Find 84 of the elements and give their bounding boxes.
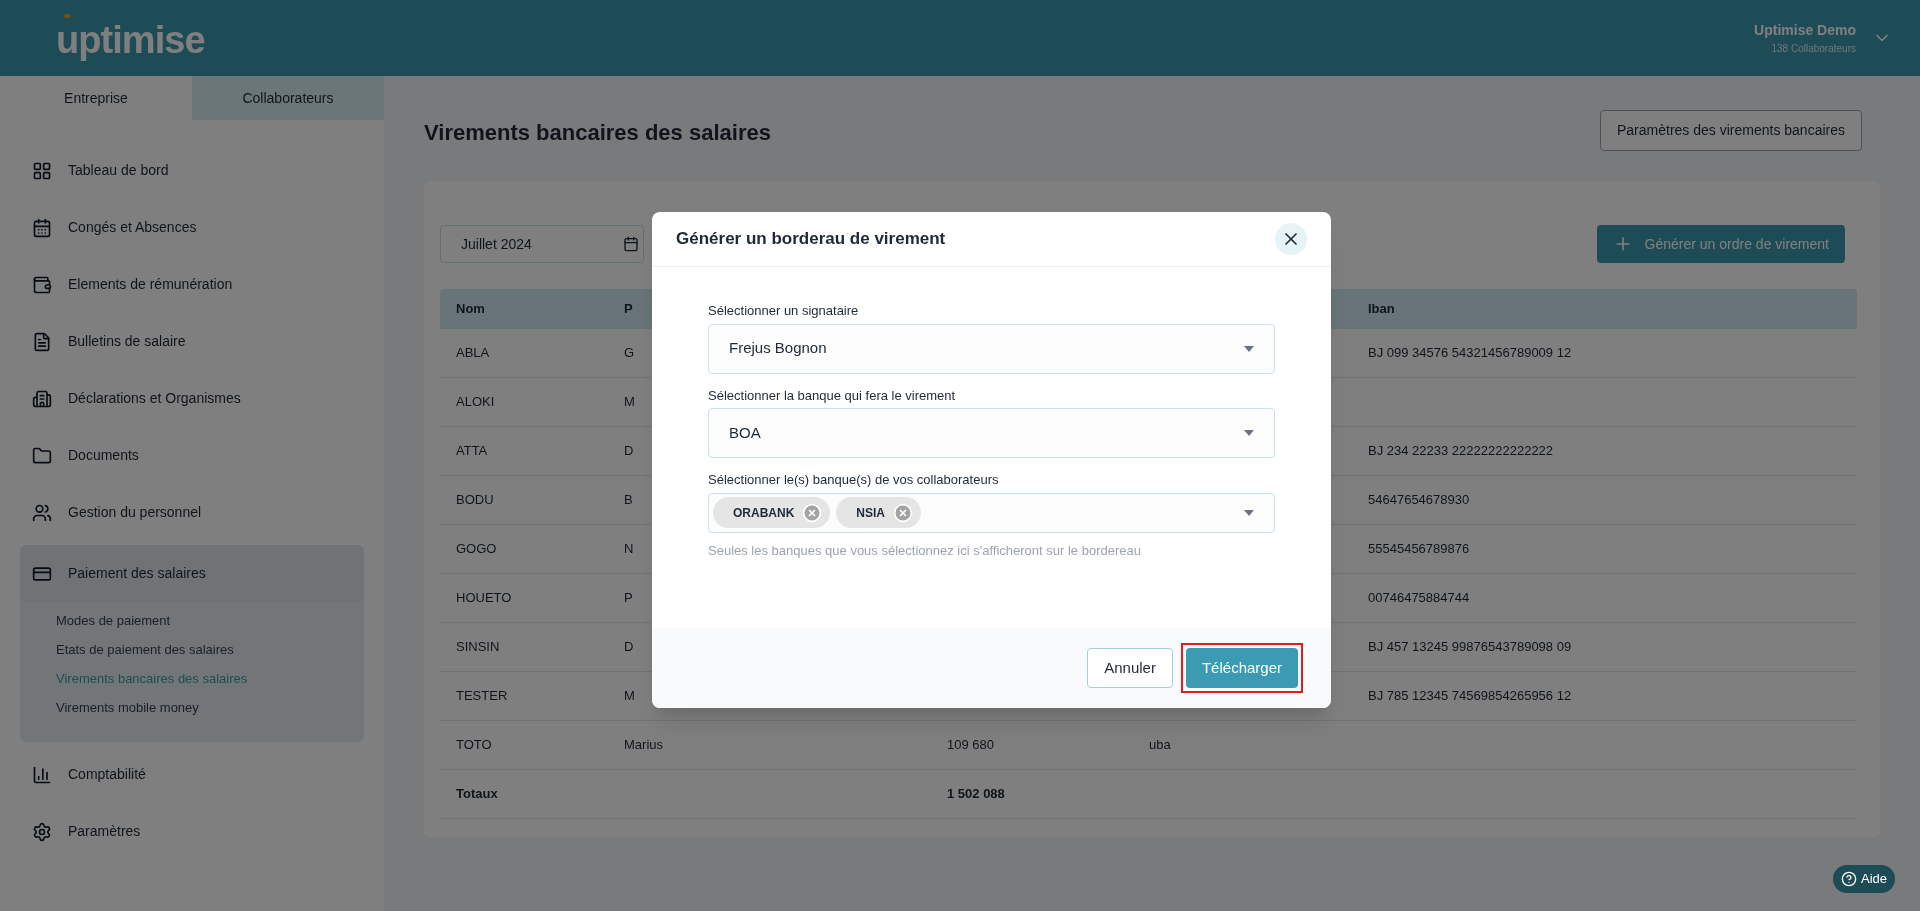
column-header: P [624, 301, 633, 317]
table-cell-text: TESTER [455, 687, 508, 706]
table-cell: B [624, 492, 633, 508]
table-cell-text: SINSIN [455, 638, 500, 657]
table-cell-text: ATTA [455, 442, 488, 461]
settings-button[interactable]: Paramètres des virements bancaires [1600, 110, 1862, 151]
sidebar-item[interactable]: Paiement des salaires [20, 545, 364, 602]
remove-icon[interactable] [893, 502, 913, 523]
calendar-icon [623, 236, 639, 252]
sidebar-subitem[interactable]: Virements mobile money [56, 693, 199, 722]
sidebar-item[interactable]: Documents [20, 427, 364, 484]
table-cell: BJ 234 22233 22222222222222 [1368, 443, 1554, 459]
table-cell: 54647654678930 [1368, 492, 1470, 508]
table-cell: 00746475884744 [1368, 590, 1470, 606]
sidebar-item[interactable]: Bulletins de salaire [20, 313, 364, 370]
totals-label: Totaux [455, 785, 498, 804]
table-cell: M [624, 394, 635, 410]
download-button[interactable]: Télécharger [1185, 648, 1298, 688]
table-cell-text: TOTO [455, 736, 492, 755]
bank-chip[interactable]: NSIA [836, 497, 921, 528]
table-cell: BJ 099 34576 54321456789009 12 [1368, 345, 1572, 361]
calendar-icon [32, 217, 52, 238]
sidebar-item[interactable]: Paramètres [20, 803, 364, 860]
table-cell: D [624, 443, 634, 459]
select-field[interactable]: Frejus Bognon [708, 323, 1275, 374]
generate-button[interactable]: Générer un ordre de virement [1596, 225, 1845, 263]
multiselect-field[interactable]: ORABANK NSIA [708, 492, 1275, 533]
select-field[interactable]: BOA [708, 408, 1275, 458]
totals-value: 1 502 088 [947, 785, 1006, 804]
bar-chart-icon [32, 764, 52, 785]
logo: uptimise [56, 18, 205, 62]
sidebar-subitem[interactable]: Modes de paiement [56, 606, 171, 635]
people-icon [32, 502, 52, 523]
close-button[interactable] [1275, 223, 1307, 255]
table-cell: BJ 457 13245 99876543789098 09 [1368, 639, 1572, 655]
help-button[interactable]: Aide [1832, 865, 1895, 893]
table-cell: N [624, 541, 634, 557]
table-cell-text: HOUETO [455, 589, 512, 608]
table-cell: 55545456789876 [1368, 541, 1470, 557]
table-cell: Marius [624, 737, 663, 753]
caret-icon [1244, 345, 1254, 352]
sidebar-item[interactable]: Gestion du personnel [20, 484, 364, 541]
building-icon [32, 388, 52, 409]
logo-accent-icon [64, 14, 71, 18]
sidebar-item[interactable]: Déclarations et Organismes [20, 370, 364, 427]
document-icon [32, 331, 52, 352]
settings-icon [32, 821, 52, 842]
remove-icon[interactable] [802, 502, 823, 523]
table-cell: G [624, 345, 635, 361]
table-cell: BJ 785 12345 74569854265956 12 [1368, 688, 1572, 704]
grid-icon [32, 160, 52, 181]
modal-title: Générer un borderau de virement [676, 228, 946, 251]
period-field[interactable]: Juillet 2024 [440, 225, 644, 263]
table-cell-text: BODU [455, 491, 494, 510]
sidebar-item[interactable]: Tableau de bord [20, 142, 364, 199]
caret-icon [1244, 430, 1254, 436]
account-name: Uptimise Demo [1754, 21, 1856, 40]
help-icon [1840, 871, 1857, 887]
field-hint: Seules les banques que vous sélectionnez ici s'afficheront sur le bordereau [708, 541, 1142, 560]
field-label: Sélectionner un signataire [708, 302, 860, 320]
folder-icon [32, 445, 52, 466]
wallet-icon [32, 274, 52, 295]
page-title: Virements bancaires des salaires [424, 119, 771, 147]
table-cell-text: ABLA [455, 344, 490, 363]
cancel-button[interactable]: Annuler [1087, 648, 1173, 688]
table-cell-text: ALOKI [455, 393, 495, 412]
table-cell: D [624, 639, 634, 655]
bank-chip[interactable]: ORABANK [713, 497, 831, 528]
table-cell: 109 680 [947, 737, 994, 753]
account-subtitle: 138 Collaborateurs [1771, 42, 1856, 56]
field-label: Sélectionner la banque qui fera le virement [708, 386, 957, 405]
caret-icon [1244, 509, 1254, 516]
field-label: Sélectionner le(s) banque(s) de vos collaborateurs [708, 471, 1000, 489]
column-header: Nom [456, 301, 485, 317]
sidebar-item[interactable]: Congés et Absences [20, 199, 364, 256]
sidebar-tab[interactable]: Collaborateurs [192, 76, 384, 120]
table-cell-text: GOGO [455, 540, 497, 559]
table-cell: P [624, 590, 633, 606]
sidebar-item[interactable]: Elements de rémunération [20, 256, 364, 313]
sidebar-item[interactable]: Comptabilité [20, 746, 364, 803]
table-cell: M [624, 688, 635, 704]
table-cell: uba [1149, 737, 1171, 753]
sidebar-subitem[interactable]: Etats de paiement des salaires [56, 635, 234, 664]
column-header: Iban [1368, 301, 1395, 317]
